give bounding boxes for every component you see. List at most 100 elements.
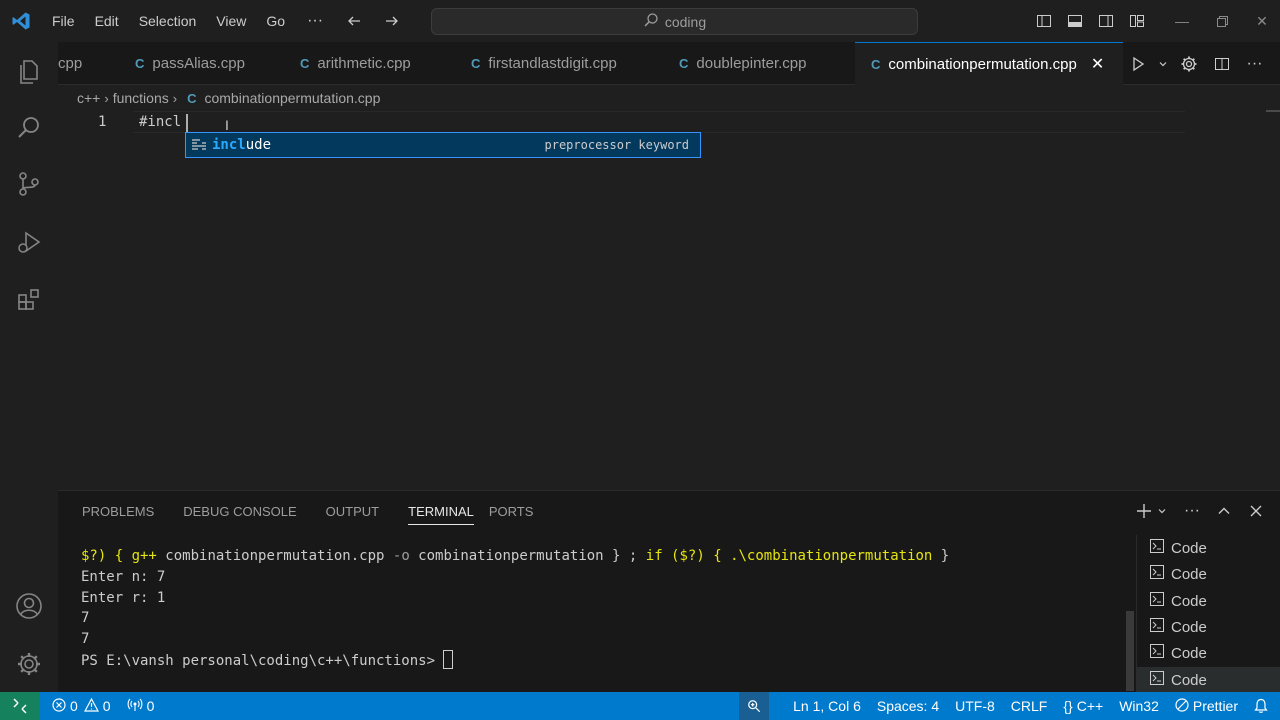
split-editor-icon[interactable]: [1206, 42, 1237, 85]
tab-ports[interactable]: PORTS: [489, 503, 548, 525]
warning-icon: [83, 697, 99, 715]
maximize-panel-chevron-up-icon[interactable]: [1210, 499, 1238, 523]
tab-passalias[interactable]: C passAlias.cpp: [135, 42, 245, 85]
problems-status[interactable]: 0 0: [44, 692, 119, 720]
menu-edit[interactable]: Edit: [85, 0, 129, 42]
explorer-icon[interactable]: [0, 44, 58, 100]
breadcrumb-file[interactable]: combinationpermutation.cpp: [204, 90, 380, 106]
terminal-scrollbar[interactable]: [1126, 611, 1134, 691]
terminal-token: g++: [131, 548, 157, 564]
menu-more-button[interactable]: ···: [295, 12, 335, 30]
close-panel-icon[interactable]: [1242, 499, 1270, 523]
menu-selection[interactable]: Selection: [129, 0, 207, 42]
maximize-icon[interactable]: [1204, 0, 1240, 42]
more-actions-icon[interactable]: ···: [1239, 42, 1270, 85]
terminal-dropdown-chevron-icon[interactable]: [1156, 499, 1168, 523]
remote-indicator-icon[interactable]: [0, 692, 40, 720]
end-of-line[interactable]: CRLF: [1003, 692, 1056, 720]
menu-file[interactable]: File: [42, 0, 85, 42]
suggestion-detail: preprocessor keyword: [544, 138, 690, 152]
prettier-status[interactable]: Prettier: [1167, 692, 1246, 720]
source-control-icon[interactable]: [0, 156, 58, 212]
ports-count: 0: [146, 698, 155, 714]
close-tab-icon[interactable]: ✕: [1091, 54, 1104, 74]
error-icon: [52, 697, 66, 715]
command-center-search[interactable]: coding: [431, 8, 918, 35]
terminal-command-line: $?) { g++ combinationpermutation.cpp -o …: [81, 546, 1131, 567]
terminal-icon: [1149, 670, 1165, 690]
braces-icon: {}: [1063, 698, 1073, 714]
new-terminal-icon[interactable]: [1130, 499, 1158, 523]
zoom-icon[interactable]: [739, 692, 770, 720]
ports-status[interactable]: 0: [119, 692, 163, 720]
menu-go[interactable]: Go: [256, 0, 295, 42]
terminal-list-item[interactable]: Code: [1137, 561, 1280, 587]
tab-terminal[interactable]: TERMINAL: [408, 503, 474, 525]
minimize-icon[interactable]: —: [1164, 0, 1200, 42]
tab-problems[interactable]: PROBLEMS: [82, 503, 168, 525]
customize-layout-icon[interactable]: [1121, 0, 1152, 42]
toggle-secondary-sidebar-icon[interactable]: [1090, 0, 1121, 42]
terminal-token: combinationpermutation.cpp: [156, 548, 393, 564]
cpp-file-icon: C: [300, 56, 310, 71]
tab-arithmetic[interactable]: C arithmetic.cpp: [300, 42, 411, 85]
run-dropdown-chevron-icon[interactable]: [1155, 42, 1171, 85]
tab-firstandlastdigit[interactable]: C firstandlastdigit.cpp: [471, 42, 617, 85]
run-debug-icon[interactable]: [0, 214, 58, 270]
terminal-token: }: [932, 548, 950, 564]
run-file-icon[interactable]: [1122, 42, 1153, 85]
close-window-icon[interactable]: ✕: [1244, 0, 1280, 42]
cursor-position[interactable]: Ln 1, Col 6: [785, 692, 869, 720]
forward-arrow-icon[interactable]: [373, 0, 411, 42]
minimap-slider[interactable]: [1266, 110, 1280, 112]
extensions-icon[interactable]: [0, 272, 58, 328]
tab-debug-console[interactable]: DEBUG CONSOLE: [183, 503, 310, 525]
tab-cpp[interactable]: cpp: [58, 42, 82, 85]
settings-icon[interactable]: [1173, 42, 1204, 85]
prettier-disabled-icon: [1175, 697, 1189, 715]
panel-more-icon[interactable]: ···: [1178, 499, 1206, 523]
suggestion-label: include: [212, 137, 271, 153]
suggestion-rest: ude: [245, 137, 272, 153]
menu-view[interactable]: View: [206, 0, 256, 42]
terminal-icon: [1149, 617, 1165, 637]
keyword-icon: [186, 138, 212, 152]
platform[interactable]: Win32: [1111, 692, 1167, 720]
toggle-panel-icon[interactable]: [1059, 0, 1090, 42]
terminal-name: Code: [1171, 539, 1207, 557]
code-editor[interactable]: 1 #incl I include preprocessor keyword: [58, 110, 1280, 490]
indentation[interactable]: Spaces: 4: [869, 692, 947, 720]
notifications-bell-icon[interactable]: [1246, 692, 1280, 720]
terminal-list-item[interactable]: Code: [1137, 614, 1280, 640]
language-label: C++: [1076, 698, 1104, 714]
terminal-line: 7: [81, 610, 90, 627]
search-activity-icon[interactable]: [0, 100, 58, 156]
terminal-list-item[interactable]: Code: [1137, 588, 1280, 614]
account-icon[interactable]: [0, 578, 58, 634]
current-line-highlight: [133, 111, 1185, 133]
back-arrow-icon[interactable]: [335, 0, 373, 42]
prettier-label: Prettier: [1192, 698, 1238, 714]
settings-gear-icon[interactable]: [0, 636, 58, 692]
language-mode[interactable]: {} C++: [1055, 692, 1111, 720]
encoding[interactable]: UTF-8: [947, 692, 1003, 720]
terminal-token: $?) {: [81, 548, 132, 564]
terminal-list-item[interactable]: Code: [1137, 640, 1280, 666]
tab-combinationpermutation[interactable]: C combinationpermutation.cpp ✕: [855, 42, 1123, 85]
terminal-list-item[interactable]: Code: [1137, 535, 1280, 561]
code-line[interactable]: #incl: [139, 114, 181, 130]
tab-output[interactable]: OUTPUT: [326, 503, 393, 525]
breadcrumb-root[interactable]: c++: [77, 90, 100, 106]
terminal-output[interactable]: $?) { g++ combinationpermutation.cpp -o …: [81, 546, 1131, 672]
tab-label: firstandlastdigit.cpp: [488, 55, 617, 72]
terminal-list-item-active[interactable]: Code: [1137, 667, 1280, 693]
text-cursor: [186, 114, 188, 133]
chevron-right-icon: ›: [104, 90, 109, 106]
tab-doublepinter[interactable]: C doublepinter.cpp: [679, 42, 806, 85]
mouse-ibeam-icon: I: [225, 117, 229, 133]
activity-bar: [0, 42, 58, 692]
autocomplete-suggestion[interactable]: include preprocessor keyword: [185, 132, 701, 158]
tab-label: cpp: [58, 55, 83, 72]
toggle-sidebar-icon[interactable]: [1028, 0, 1059, 42]
breadcrumb-folder[interactable]: functions: [113, 90, 169, 106]
